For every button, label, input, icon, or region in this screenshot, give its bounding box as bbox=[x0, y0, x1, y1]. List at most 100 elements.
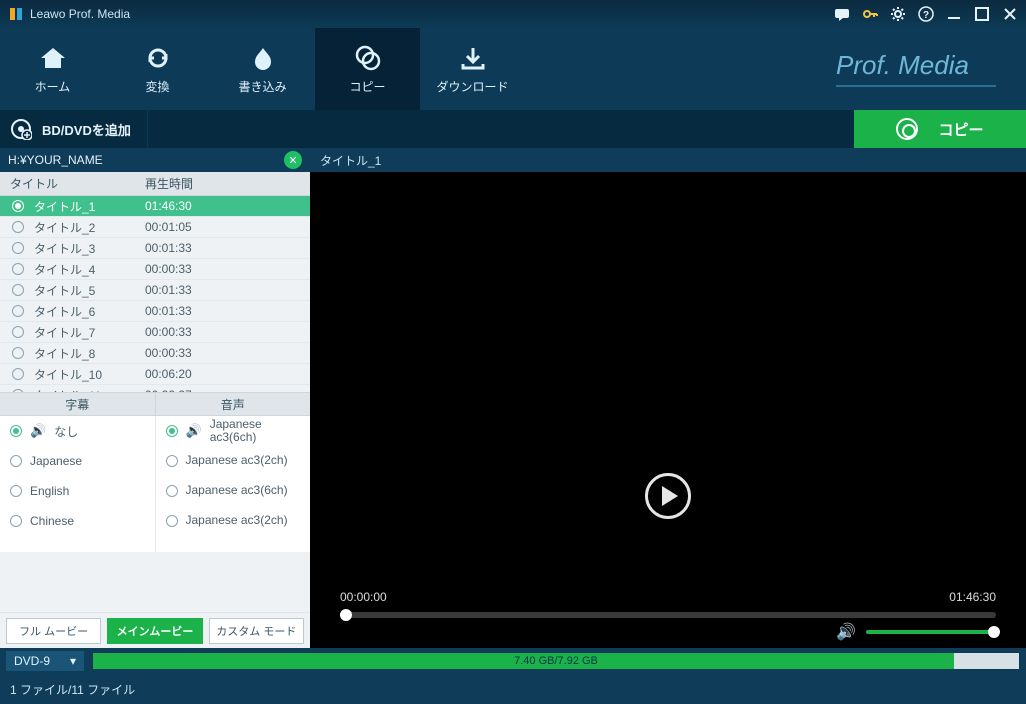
subtitle-row[interactable]: Chinese bbox=[0, 506, 155, 536]
tab-convert[interactable]: 変換 bbox=[105, 28, 210, 110]
title-radio[interactable] bbox=[12, 326, 24, 338]
title-radio[interactable] bbox=[12, 284, 24, 296]
track-lists: 🔊なし Japanese English Chinese 🔊 Japanese ac3(… bbox=[0, 416, 310, 552]
subtitle-label: English bbox=[30, 484, 69, 498]
bottom-bar: DVD-9 ▾ 7.40 GB/7.92 GB bbox=[0, 648, 1026, 674]
title-row[interactable]: タイトル_500:01:33 bbox=[0, 280, 310, 301]
volume-bar[interactable] bbox=[866, 630, 996, 634]
maximize-icon[interactable] bbox=[974, 6, 990, 22]
tab-copy[interactable]: コピー bbox=[315, 28, 420, 110]
subtitle-label: Chinese bbox=[30, 514, 74, 528]
subtitle-radio[interactable] bbox=[10, 515, 22, 527]
title-row[interactable]: タイトル_600:01:33 bbox=[0, 301, 310, 322]
main-area: H:¥YOUR_NAME ✕ タイトル 再生時間 タイトル_101:46:30タ… bbox=[0, 148, 1026, 648]
title-row[interactable]: タイトル_200:01:05 bbox=[0, 217, 310, 238]
title-radio[interactable] bbox=[12, 368, 24, 380]
title-row[interactable]: タイトル_101:46:30 bbox=[0, 196, 310, 217]
download-icon bbox=[459, 44, 487, 72]
source-close-button[interactable]: ✕ bbox=[284, 151, 302, 169]
svg-text:?: ? bbox=[923, 10, 929, 21]
title-row[interactable]: タイトル_400:00:33 bbox=[0, 259, 310, 280]
minimize-icon[interactable] bbox=[946, 6, 962, 22]
play-button[interactable] bbox=[645, 473, 691, 519]
size-label: 7.40 GB/7.92 GB bbox=[514, 655, 598, 667]
tab-home[interactable]: ホーム bbox=[0, 28, 105, 110]
brand-logo: Prof. Media bbox=[836, 50, 996, 87]
title-name: タイトル_4 bbox=[34, 261, 145, 278]
subtitle-row[interactable]: English bbox=[0, 476, 155, 506]
title-name: タイトル_7 bbox=[34, 324, 145, 341]
volume-icon[interactable]: 🔊 bbox=[836, 622, 856, 642]
subtitle-label: Japanese bbox=[30, 454, 82, 468]
speaker-icon: 🔊 bbox=[186, 423, 202, 439]
subtitle-radio[interactable] bbox=[10, 425, 22, 437]
tab-burn[interactable]: 書き込み bbox=[210, 28, 315, 110]
title-row[interactable]: タイトル_800:00:33 bbox=[0, 343, 310, 364]
tab-convert-label: 変換 bbox=[145, 78, 169, 95]
title-duration: 00:01:33 bbox=[145, 304, 310, 318]
mode-bar: フル ムービー メインムービー カスタム モード bbox=[0, 612, 310, 648]
custom-mode-button[interactable]: カスタム モード bbox=[209, 618, 304, 644]
audio-radio[interactable] bbox=[166, 515, 178, 527]
audio-radio[interactable] bbox=[166, 425, 178, 437]
add-disc-button[interactable]: BD/DVDを追加 bbox=[0, 110, 148, 148]
full-movie-button[interactable]: フル ムービー bbox=[6, 618, 101, 644]
title-radio[interactable] bbox=[12, 389, 24, 392]
home-icon bbox=[39, 44, 67, 72]
chevron-down-icon: ▾ bbox=[70, 654, 76, 668]
title-row[interactable]: タイトル_1100:22:27 bbox=[0, 385, 310, 392]
title-duration: 00:01:05 bbox=[145, 220, 310, 234]
help-icon[interactable]: ? bbox=[918, 6, 934, 22]
seek-knob[interactable] bbox=[340, 609, 352, 621]
subtitle-radio[interactable] bbox=[10, 455, 22, 467]
title-row[interactable]: タイトル_300:01:33 bbox=[0, 238, 310, 259]
add-disc-icon bbox=[10, 118, 32, 140]
copy-button[interactable]: コピー bbox=[854, 110, 1026, 148]
message-icon[interactable] bbox=[834, 6, 850, 22]
tab-home-label: ホーム bbox=[35, 78, 71, 95]
header-duration: 再生時間 bbox=[145, 175, 310, 192]
audio-radio[interactable] bbox=[166, 485, 178, 497]
subtitle-row[interactable]: Japanese bbox=[0, 446, 155, 476]
subtitle-label: なし bbox=[54, 423, 78, 440]
audio-label: Japanese ac3(6ch) bbox=[210, 418, 310, 444]
title-list: タイトル_101:46:30タイトル_200:01:05タイトル_300:01:… bbox=[0, 196, 310, 392]
status-bar: 1 ファイル/11 ファイル bbox=[0, 674, 1026, 704]
title-radio[interactable] bbox=[12, 347, 24, 359]
left-pane: H:¥YOUR_NAME ✕ タイトル 再生時間 タイトル_101:46:30タ… bbox=[0, 148, 310, 648]
seek-bar[interactable] bbox=[340, 612, 996, 618]
subtitle-radio[interactable] bbox=[10, 485, 22, 497]
volume-knob[interactable] bbox=[988, 626, 1000, 638]
title-radio[interactable] bbox=[12, 263, 24, 275]
audio-row[interactable]: Japanese ac3(2ch) bbox=[156, 446, 311, 476]
audio-row[interactable]: 🔊 Japanese ac3(6ch) bbox=[156, 416, 311, 446]
audio-row[interactable]: Japanese ac3(2ch) bbox=[156, 506, 311, 536]
main-movie-button[interactable]: メインムービー bbox=[107, 618, 202, 644]
settings-icon[interactable] bbox=[890, 6, 906, 22]
audio-row[interactable]: Japanese ac3(6ch) bbox=[156, 476, 311, 506]
title-radio[interactable] bbox=[12, 221, 24, 233]
main-tabs: ホーム 変換 書き込み コピー ダウンロード Prof. Media bbox=[0, 28, 1026, 110]
audio-list: 🔊Japanese ac3(6ch)Japanese ac3(2ch)Japan… bbox=[156, 416, 311, 552]
title-bar: Leawo Prof. Media ? bbox=[0, 0, 1026, 28]
tab-copy-label: コピー bbox=[349, 78, 385, 95]
title-radio[interactable] bbox=[12, 242, 24, 254]
title-radio[interactable] bbox=[12, 305, 24, 317]
tab-download[interactable]: ダウンロード bbox=[420, 28, 525, 110]
title-duration: 00:01:33 bbox=[145, 283, 310, 297]
disc-type-label: DVD-9 bbox=[14, 654, 50, 668]
title-duration: 00:06:20 bbox=[145, 367, 310, 381]
title-row[interactable]: タイトル_1000:06:20 bbox=[0, 364, 310, 385]
track-header: 字幕 音声 bbox=[0, 392, 310, 416]
title-radio[interactable] bbox=[12, 200, 24, 212]
title-row[interactable]: タイトル_700:00:33 bbox=[0, 322, 310, 343]
source-path: H:¥YOUR_NAME bbox=[8, 153, 103, 167]
size-progress: 7.40 GB/7.92 GB bbox=[92, 652, 1020, 670]
close-icon[interactable] bbox=[1002, 6, 1018, 22]
title-name: タイトル_3 bbox=[34, 240, 145, 257]
key-icon[interactable] bbox=[862, 6, 878, 22]
burn-icon bbox=[249, 44, 277, 72]
disc-type-select[interactable]: DVD-9 ▾ bbox=[6, 651, 84, 671]
subtitle-row[interactable]: 🔊なし bbox=[0, 416, 155, 446]
audio-radio[interactable] bbox=[166, 455, 178, 467]
